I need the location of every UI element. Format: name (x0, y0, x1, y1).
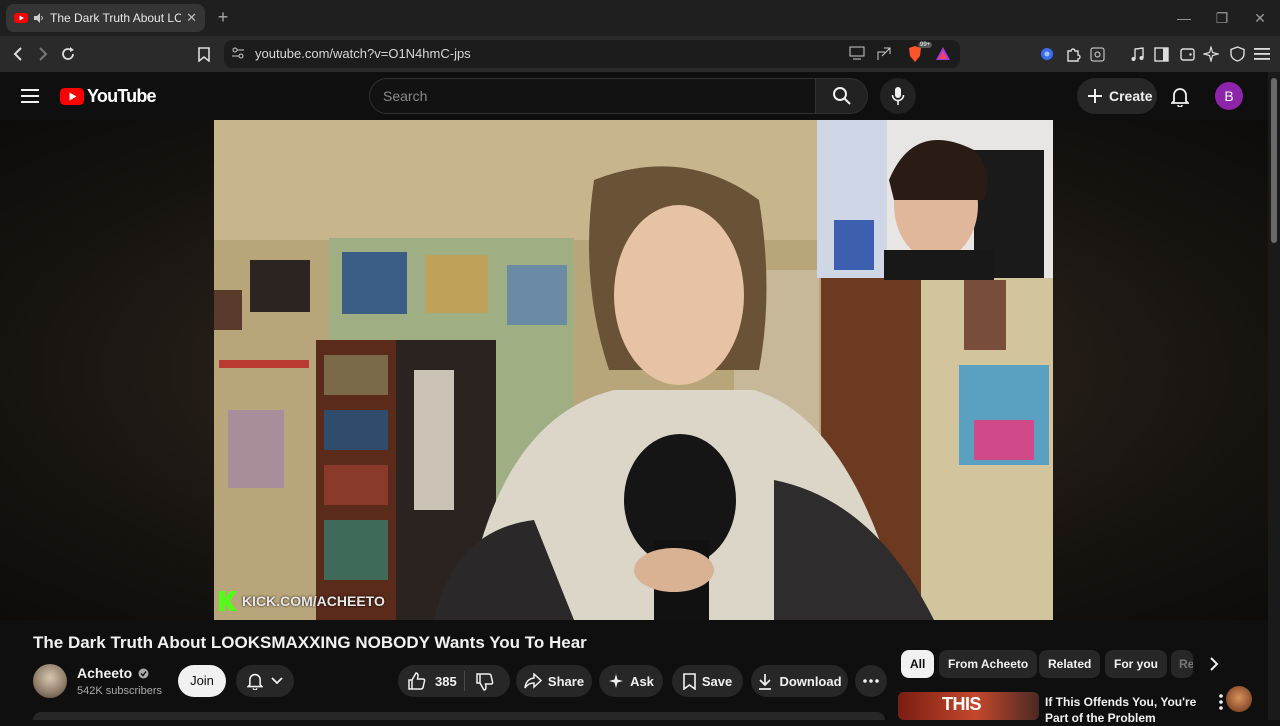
account-avatar[interactable]: B (1215, 82, 1243, 110)
wallet-icon[interactable] (1176, 43, 1198, 65)
chip-all[interactable]: All (901, 650, 935, 678)
like-dislike-group: 385 (398, 665, 510, 697)
join-button[interactable]: Join (178, 665, 226, 697)
forward-icon[interactable] (32, 43, 54, 65)
channel-name-text[interactable]: Acheeto (77, 665, 132, 681)
ask-label: Ask (630, 673, 654, 689)
brave-rewards-icon[interactable] (935, 46, 951, 61)
notifications-bell-icon[interactable] (1171, 86, 1189, 107)
download-icon (759, 673, 772, 690)
tab-close-icon[interactable]: ✕ (186, 10, 197, 26)
page-scrollbar[interactable] (1268, 72, 1280, 720)
more-horizontal-icon (863, 679, 879, 683)
create-button[interactable]: Create (1077, 78, 1157, 114)
verified-check-icon (138, 668, 149, 679)
like-divider (464, 671, 465, 691)
youtube-logo[interactable]: YouTube (60, 86, 157, 107)
kick-logo-icon (219, 591, 237, 611)
like-button[interactable]: 385 (408, 672, 457, 690)
save-label: Save (701, 673, 733, 689)
download-button[interactable]: Download (751, 665, 848, 697)
youtube-play-icon (60, 88, 84, 105)
chips-next-icon[interactable] (1203, 654, 1225, 674)
dislike-button[interactable] (476, 673, 494, 691)
kick-watermark: KICK.COM/ACHEETO (218, 590, 385, 612)
back-icon[interactable] (7, 43, 29, 65)
new-tab-icon[interactable]: + (212, 6, 234, 28)
minimize-icon[interactable]: — (1174, 8, 1194, 28)
sidebar-toggle-icon[interactable] (1150, 43, 1172, 65)
leo-ai-icon[interactable] (1200, 43, 1222, 65)
share-button[interactable]: Share (516, 665, 592, 697)
url-text: youtube.com/watch?v=O1N4hmC-jps (255, 46, 471, 61)
chip-related[interactable]: Related (1039, 650, 1101, 678)
subscriber-count: 542K subscribers (77, 685, 162, 697)
extensions-puzzle-icon[interactable] (1062, 43, 1084, 65)
video-frame (214, 120, 1053, 620)
channel-name[interactable]: Acheeto (77, 665, 149, 681)
save-button[interactable]: Save (672, 665, 743, 697)
thumbnail-text: THIS (942, 694, 982, 714)
video-title: The Dark Truth About LOOKSMAXXING NOBODY… (33, 633, 587, 652)
search-input[interactable] (370, 79, 790, 113)
recommendation-menu-icon[interactable] (1219, 694, 1235, 714)
guide-menu-icon[interactable] (21, 88, 39, 104)
download-label: Download (779, 673, 842, 689)
speaker-icon[interactable] (33, 12, 45, 24)
browser-menu-icon[interactable] (1251, 43, 1273, 65)
youtube-logo-text: YouTube (87, 86, 157, 106)
ask-button[interactable]: Ask (599, 665, 663, 697)
scrollbar-thumb[interactable] (1271, 78, 1277, 243)
recommendation-thumbnail[interactable]: THIS (898, 692, 1039, 720)
video-stage: KICK.COM/ACHEETO (0, 120, 1268, 712)
shields-badge: 99+ (918, 42, 933, 48)
screenshot-icon[interactable] (1086, 43, 1108, 65)
youtube-header: YouTube Create B (0, 72, 1280, 120)
more-actions-button[interactable] (855, 665, 887, 697)
site-settings-icon[interactable] (231, 46, 245, 60)
search-button[interactable] (816, 78, 868, 114)
bookmark-icon[interactable] (193, 43, 215, 65)
chip-truncated[interactable]: Re (1171, 650, 1193, 678)
microphone-icon (891, 87, 905, 105)
watermark-text: KICK.COM/ACHEETO (242, 593, 385, 609)
share-page-icon[interactable] (876, 46, 892, 62)
chip-for-you[interactable]: For you (1105, 650, 1167, 678)
thumbs-down-icon (476, 673, 494, 691)
video-player[interactable]: KICK.COM/ACHEETO (214, 120, 1053, 620)
bell-icon (247, 673, 263, 690)
plus-icon (1088, 89, 1102, 103)
share-label: Share (547, 673, 585, 689)
tab-title: The Dark Truth About LOOKSMAXXING NOBODY… (50, 11, 182, 25)
vpn-icon[interactable] (1226, 43, 1248, 65)
address-bar[interactable]: youtube.com/watch?v=O1N4hmC-jps 99+ (224, 40, 960, 68)
search-icon (832, 87, 851, 105)
recommendation-title[interactable]: If This Offends You, You're Part of the … (1045, 694, 1215, 726)
create-label: Create (1109, 88, 1153, 104)
window-close-icon[interactable]: ✕ (1250, 8, 1270, 28)
browser-tab[interactable]: The Dark Truth About LOOKSMAXXING NOBODY… (6, 4, 205, 32)
browser-tab-strip: The Dark Truth About LOOKSMAXXING NOBODY… (0, 0, 1280, 36)
chevron-down-icon (271, 677, 283, 685)
browser-toolbar: youtube.com/watch?v=O1N4hmC-jps 99+ (0, 36, 1280, 72)
reload-icon[interactable] (57, 43, 79, 65)
thumbs-up-icon (408, 672, 426, 690)
voice-search-button[interactable] (880, 78, 916, 114)
restore-icon[interactable]: ❐ (1212, 8, 1232, 28)
sparkle-icon (609, 674, 624, 688)
chip-from-channel[interactable]: From Acheeto (939, 650, 1038, 678)
media-icon[interactable] (1126, 43, 1148, 65)
channel-avatar[interactable] (33, 664, 67, 698)
share-arrow-icon (524, 673, 542, 689)
extension-blue-icon[interactable] (1036, 43, 1058, 65)
description-box[interactable] (33, 712, 885, 720)
save-bookmark-icon (683, 672, 696, 690)
like-count: 385 (435, 673, 457, 689)
youtube-favicon-icon (14, 13, 28, 23)
subscription-bell-button[interactable] (236, 665, 294, 697)
cast-icon[interactable] (849, 46, 865, 60)
search-box[interactable] (369, 78, 816, 114)
